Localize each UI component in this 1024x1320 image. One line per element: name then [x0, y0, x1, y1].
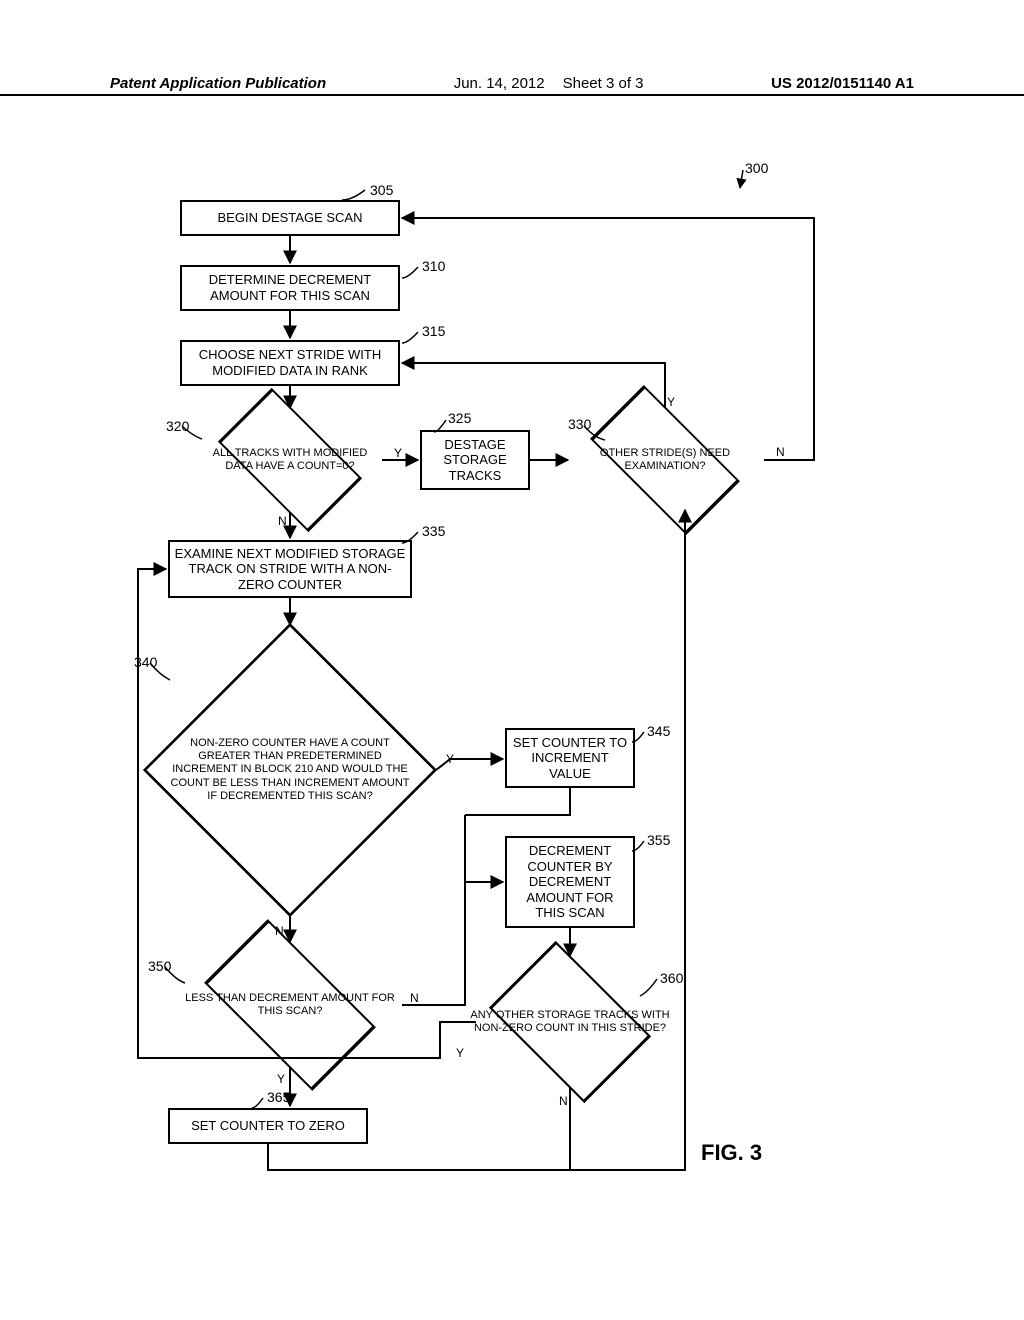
ref-310: 310	[422, 258, 445, 274]
ref-330: 330	[568, 416, 591, 432]
node-choose-next-stride: CHOOSE NEXT STRIDE WITH MODIFIED DATA IN…	[180, 340, 400, 386]
ref-300: 300	[745, 160, 768, 176]
yn-340-n: N	[275, 924, 284, 938]
yn-320-y: Y	[394, 446, 402, 460]
publication-number: US 2012/0151140 A1	[771, 75, 914, 92]
node-set-counter-increment: SET COUNTER TO INCREMENT VALUE	[505, 728, 635, 788]
ref-320: 320	[166, 418, 189, 434]
node-decrement-counter: DECREMENT COUNTER BY DECREMENT AMOUNT FO…	[505, 836, 635, 928]
yn-350-n: N	[410, 991, 419, 1005]
yn-330-y: Y	[667, 395, 675, 409]
ref-305: 305	[370, 182, 393, 198]
decision-nonzero-counter-greater: NON-ZERO COUNTER HAVE A COUNT GREATER TH…	[140, 620, 440, 920]
yn-360-n: N	[559, 1094, 568, 1108]
ref-350: 350	[148, 958, 171, 974]
publication-date: Jun. 14, 2012	[454, 75, 545, 92]
sheet-number: Sheet 3 of 3	[563, 75, 644, 92]
node-begin-destage-scan: BEGIN DESTAGE SCAN	[180, 200, 400, 236]
node-determine-decrement: DETERMINE DECREMENT AMOUNT FOR THIS SCAN	[180, 265, 400, 311]
ref-345: 345	[647, 723, 670, 739]
ref-355: 355	[647, 832, 670, 848]
decision-other-strides-need-exam: OTHER STRIDE(S) NEED EXAMINATION?	[565, 405, 765, 515]
yn-330-n: N	[776, 445, 785, 459]
node-set-counter-zero: SET COUNTER TO ZERO	[168, 1108, 368, 1144]
figure-label: FIG. 3	[701, 1140, 762, 1166]
ref-340: 340	[134, 654, 157, 670]
ref-365: 365	[267, 1089, 290, 1105]
publication-label: Patent Application Publication	[110, 75, 326, 92]
yn-320-n: N	[278, 514, 287, 528]
yn-350-y: Y	[277, 1072, 285, 1086]
ref-315: 315	[422, 323, 445, 339]
decision-any-other-tracks-nonzero: ANY OTHER STORAGE TRACKS WITH NON-ZERO C…	[470, 952, 670, 1092]
flowchart-canvas: 300 BEGIN DESTAGE SCAN 305 DETERMINE DEC…	[120, 170, 900, 1250]
ref-360: 360	[660, 970, 683, 986]
node-examine-next-modified-track: EXAMINE NEXT MODIFIED STORAGE TRACK ON S…	[168, 540, 412, 598]
ref-335: 335	[422, 523, 445, 539]
decision-all-tracks-count-zero: ALL TRACKS WITH MODIFIED DATA HAVE A COU…	[198, 405, 382, 515]
yn-340-y: Y	[446, 752, 454, 766]
yn-360-y: Y	[456, 1046, 464, 1060]
ref-325: 325	[448, 410, 471, 426]
node-destage-storage-tracks: DESTAGE STORAGE TRACKS	[420, 430, 530, 490]
decision-less-than-decrement: LESS THAN DECREMENT AMOUNT FOR THIS SCAN…	[175, 940, 405, 1070]
